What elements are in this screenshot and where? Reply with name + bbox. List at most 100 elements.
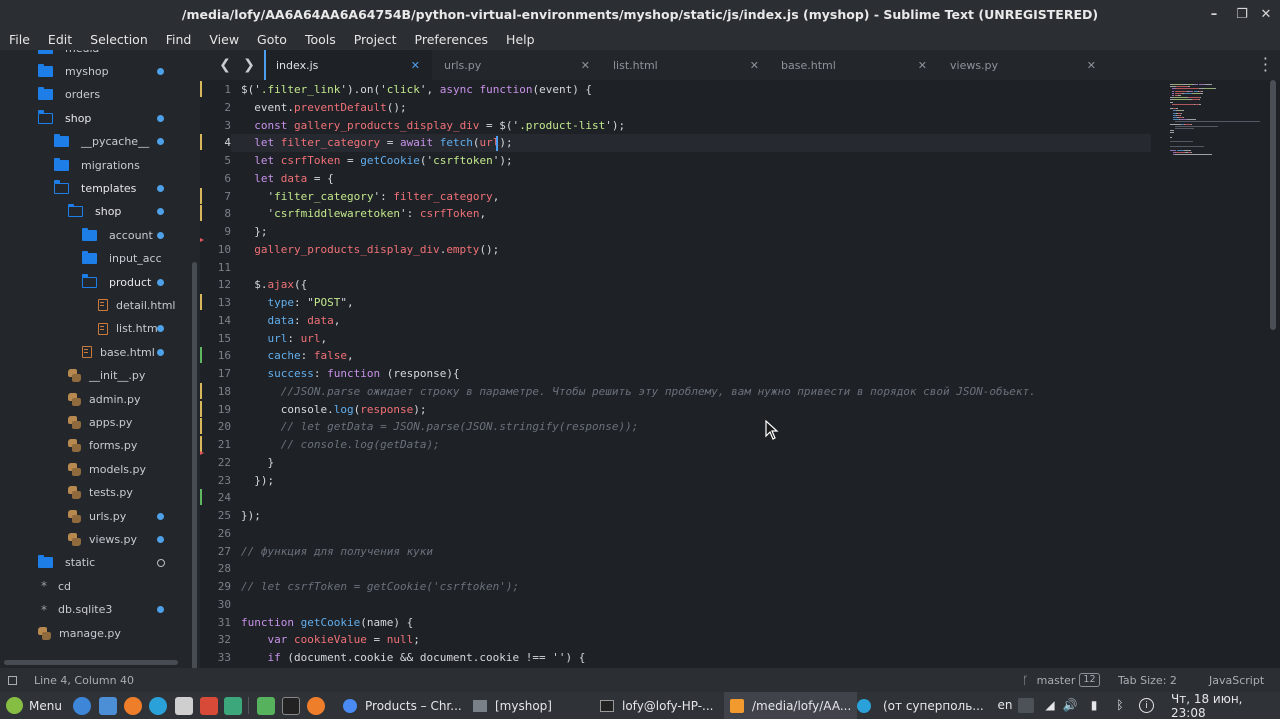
- file-manager-launcher-icon[interactable]: [99, 697, 117, 715]
- minimap[interactable]: [1170, 80, 1260, 180]
- sidebar-item[interactable]: forms.py: [68, 435, 137, 457]
- sidebar-item[interactable]: templates: [53, 177, 136, 199]
- sidebar-item[interactable]: static: [38, 552, 95, 574]
- minimap-line: [1174, 99, 1190, 101]
- sidebar-item[interactable]: detail.html: [98, 294, 175, 316]
- sidebar-item[interactable]: media: [38, 50, 99, 59]
- tab-list-html[interactable]: list.html ✕: [603, 50, 771, 80]
- taskbar-window-telegram[interactable]: (от суперполь...: [857, 692, 984, 719]
- menu-help[interactable]: Help: [497, 32, 544, 47]
- code-token: = {: [307, 171, 334, 185]
- update-manager-icon[interactable]: [1018, 698, 1034, 713]
- info-icon[interactable]: i: [1139, 698, 1154, 713]
- menu-preferences[interactable]: Preferences: [406, 32, 498, 47]
- sidebar-item[interactable]: apps.py: [68, 411, 132, 433]
- menu-selection[interactable]: Selection: [81, 32, 157, 47]
- terminal-launcher-icon[interactable]: [224, 697, 242, 715]
- tab-prev-icon[interactable]: ❮: [214, 50, 236, 80]
- taskbar-window-terminal[interactable]: lofy@lofy-HP-...: [600, 692, 713, 719]
- folder-open-icon: [53, 180, 69, 194]
- start-menu-button[interactable]: Menu: [6, 692, 62, 719]
- syntax-mode[interactable]: JavaScript: [1209, 668, 1264, 692]
- sidebar-item[interactable]: * cd: [38, 575, 71, 597]
- tab-overflow-menu-icon[interactable]: · · ·: [1263, 51, 1268, 79]
- taskbar-window-sublime[interactable]: /media/lofy/AA...: [724, 692, 858, 719]
- sidebar-item[interactable]: shop: [37, 107, 91, 129]
- show-desktop-icon[interactable]: [73, 697, 91, 715]
- minimap-line: [1184, 150, 1191, 151]
- sidebar-item[interactable]: myshop: [38, 60, 109, 82]
- menu-file[interactable]: File: [0, 32, 39, 47]
- sidebar-item[interactable]: product: [81, 271, 151, 293]
- sidebar-item[interactable]: shop: [67, 201, 121, 223]
- modified-status-icon: [157, 208, 164, 216]
- sidebar-item[interactable]: views.py: [68, 528, 137, 550]
- code-editor[interactable]: 1 $('.filter_link').on('click', async fun…: [200, 80, 1280, 668]
- tab-close-icon[interactable]: ✕: [750, 59, 759, 72]
- sidebar-item[interactable]: models.py: [68, 458, 146, 480]
- code-token: data: [280, 171, 308, 185]
- minimize-button[interactable]: –: [1200, 0, 1228, 28]
- taskbar-window-myshop[interactable]: [myshop]: [473, 692, 552, 719]
- terminal-icon[interactable]: [282, 697, 300, 715]
- close-button[interactable]: ✕: [1252, 0, 1280, 28]
- menu-edit[interactable]: Edit: [39, 32, 81, 47]
- tab-index-js[interactable]: index.js ✕: [264, 50, 432, 80]
- sidebar-item[interactable]: base.html: [82, 341, 155, 363]
- sidebar-item[interactable]: list.htm: [98, 318, 158, 340]
- sidebar-item[interactable]: tests.py: [68, 482, 133, 504]
- sidebar-item[interactable]: * db.sqlite3: [38, 599, 112, 621]
- menu-goto[interactable]: Goto: [248, 32, 296, 47]
- line-number: 18: [217, 384, 231, 398]
- sidebar-item[interactable]: input_acc: [82, 248, 162, 270]
- tab-close-icon[interactable]: ✕: [1087, 59, 1096, 72]
- menu-find[interactable]: Find: [157, 32, 201, 47]
- menu-tools[interactable]: Tools: [296, 32, 345, 47]
- gutter-modified-marker: [200, 187, 202, 204]
- tab-close-icon[interactable]: ✕: [918, 59, 927, 72]
- sidebar-item-label: media: [65, 50, 99, 55]
- folder-closed-icon: [38, 555, 53, 569]
- sidebar-item[interactable]: migrations: [54, 154, 140, 176]
- menu-project[interactable]: Project: [345, 32, 406, 47]
- sidebar-horizontal-scrollbar[interactable]: [4, 660, 178, 665]
- sublime-launcher-icon[interactable]: [175, 697, 193, 715]
- tab-close-icon[interactable]: ✕: [411, 59, 420, 72]
- python-file-icon: [68, 486, 81, 500]
- firefox-launcher-icon[interactable]: [124, 697, 142, 715]
- code-token: ",: [340, 296, 354, 309]
- code-token: );: [413, 402, 427, 416]
- code-text: var cookieValue = null;: [241, 631, 420, 649]
- software-manager-icon[interactable]: [200, 697, 218, 715]
- tab-close-icon[interactable]: ✕: [581, 59, 590, 72]
- code-token: =: [366, 633, 387, 647]
- tab-views-py[interactable]: views.py ✕: [940, 50, 1108, 80]
- taskbar-window-chrome[interactable]: Products – Chr...: [343, 692, 462, 719]
- bluetooth-icon[interactable]: ᛒ: [1112, 698, 1128, 713]
- battery-icon[interactable]: ▮: [1086, 698, 1102, 713]
- firefox-icon[interactable]: [307, 697, 325, 715]
- sidebar-item[interactable]: orders: [38, 84, 100, 106]
- sidebar-item[interactable]: admin.py: [68, 388, 140, 410]
- keyboard-layout[interactable]: en: [997, 698, 1013, 713]
- volume-icon[interactable]: 🔊: [1062, 698, 1078, 713]
- sidebar-item[interactable]: manage.py: [38, 622, 121, 644]
- sidebar-item[interactable]: __init__.py: [68, 365, 145, 387]
- sidebar-item[interactable]: urls.py: [68, 505, 126, 527]
- sidebar-item[interactable]: account: [82, 224, 153, 246]
- folder-launcher-icon[interactable]: [257, 697, 275, 715]
- line-number: 33: [217, 651, 231, 664]
- menu-view[interactable]: View: [200, 32, 248, 47]
- telegram-launcher-icon[interactable]: [149, 697, 167, 715]
- editor-scrollbar[interactable]: [1270, 80, 1276, 330]
- sidebar-vertical-scrollbar[interactable]: [192, 262, 197, 668]
- tab-next-icon[interactable]: ❯: [238, 50, 260, 80]
- network-icon[interactable]: ◢: [1042, 698, 1058, 713]
- tab-size[interactable]: Tab Size: 2: [1118, 668, 1177, 692]
- sidebar-item[interactable]: __pycache__: [54, 131, 149, 153]
- folder-closed-icon: [82, 227, 97, 241]
- tab-base-html[interactable]: base.html ✕: [771, 50, 939, 80]
- clock[interactable]: Чт, 18 июн, 23:08: [1171, 692, 1280, 719]
- tab-urls-py[interactable]: urls.py ✕: [434, 50, 602, 80]
- git-branch[interactable]: ᚴ master 12: [1022, 668, 1100, 692]
